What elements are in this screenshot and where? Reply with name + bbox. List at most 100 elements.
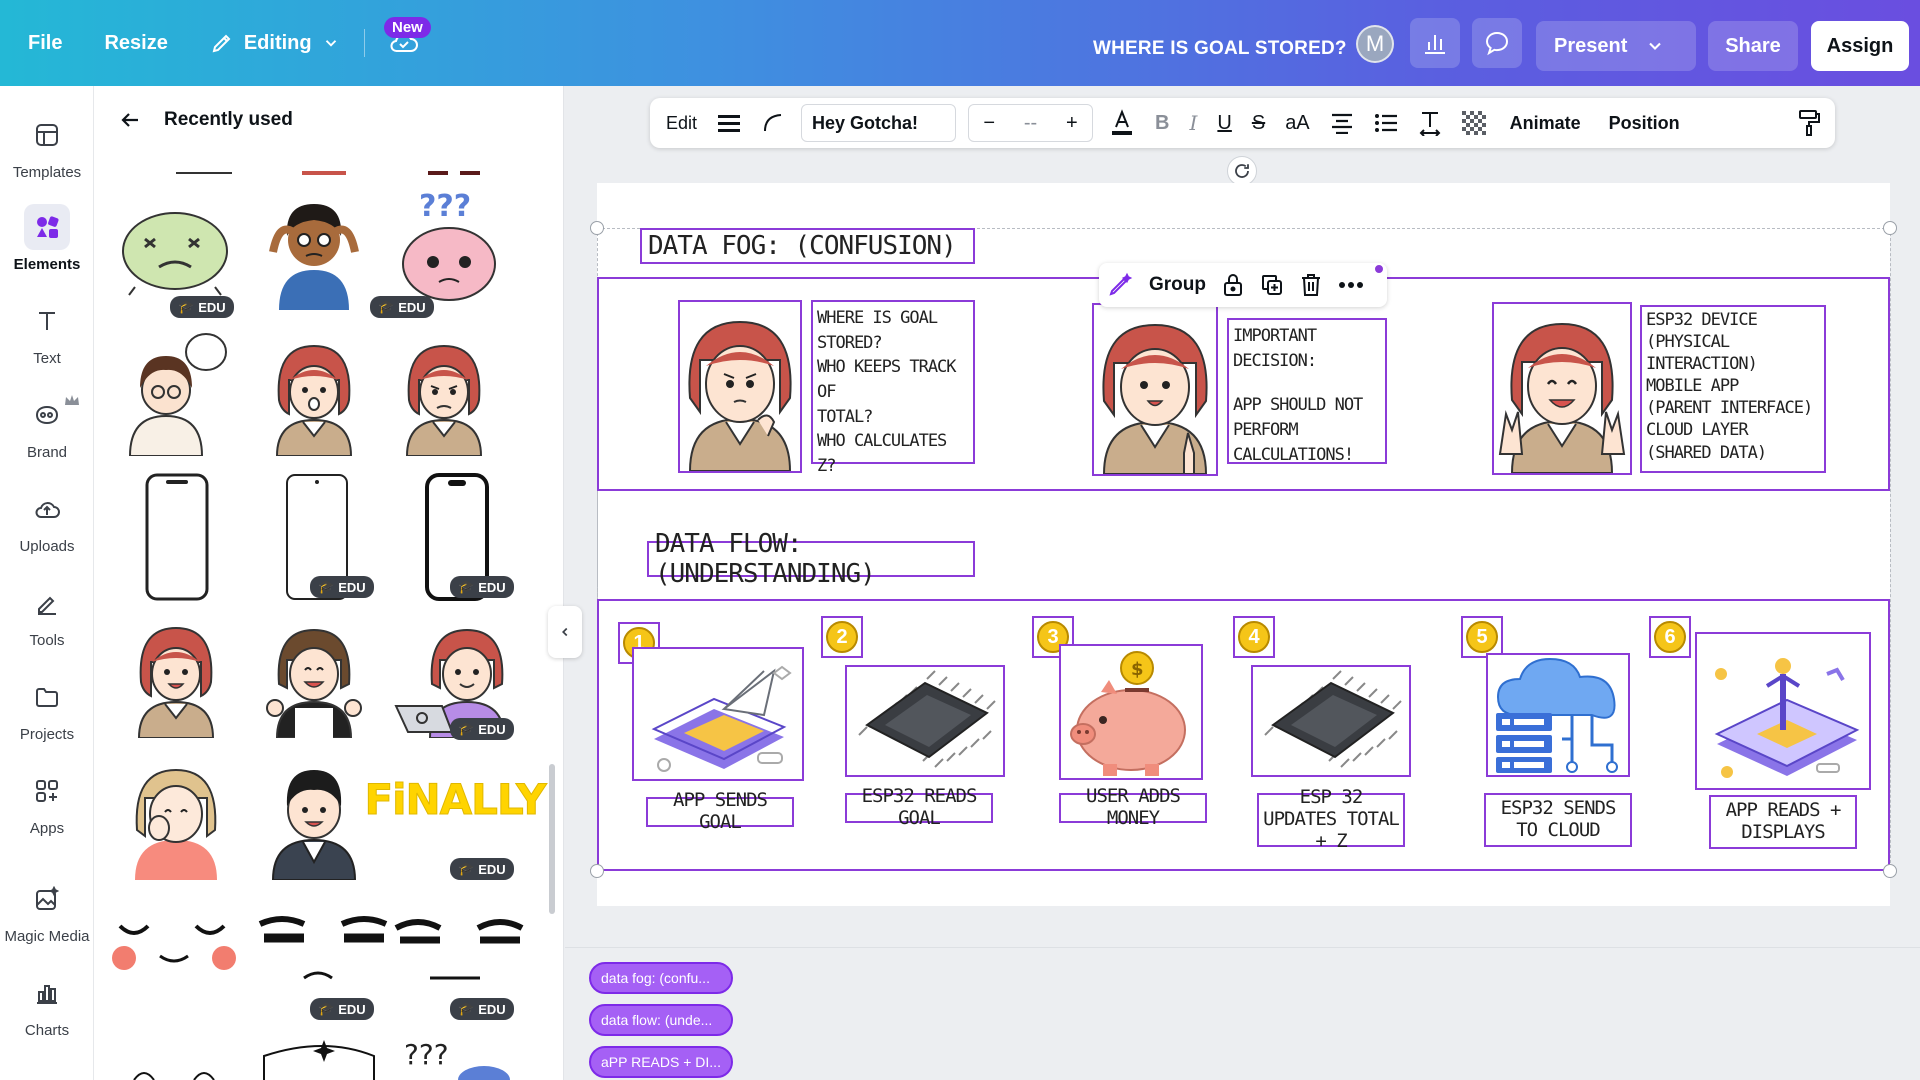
text-spacing-adjust-button[interactable] <box>1408 98 1452 148</box>
step-number-4[interactable]: 4 <box>1233 616 1275 658</box>
step-caption-2[interactable]: ESP32 READS GOAL <box>845 785 993 829</box>
resize-handle[interactable] <box>1883 864 1897 878</box>
avatar[interactable]: M <box>1356 25 1394 63</box>
step-caption-6[interactable]: APP READS + DISPLAYS <box>1709 795 1857 849</box>
duplicate-button[interactable] <box>1252 263 1292 307</box>
rail-item-apps[interactable]: Apps <box>0 768 94 837</box>
resize-handle[interactable] <box>590 221 604 235</box>
flow-section-title[interactable]: DATA FLOW: (UNDERSTANDING) <box>647 529 975 589</box>
esp32-chip-image[interactable] <box>1251 665 1411 777</box>
step-caption-4[interactable]: ESP 32 UPDATES TOTAL + Z <box>1257 786 1405 852</box>
element-blush-face[interactable] <box>108 906 248 986</box>
text-color-button[interactable] <box>1099 98 1145 148</box>
panel-scrollbar[interactable] <box>549 764 555 914</box>
step-number-5[interactable]: 5 <box>1461 616 1503 658</box>
resize-handle[interactable] <box>1883 221 1897 235</box>
font-size-value[interactable]: -- <box>1024 112 1037 135</box>
animate-button[interactable]: Animate <box>1496 98 1595 148</box>
step-number-2[interactable]: 2 <box>821 616 863 658</box>
copy-style-button[interactable] <box>1787 98 1835 148</box>
element-thinking-girl[interactable] <box>116 330 236 456</box>
element-sleepy-eyes[interactable] <box>254 904 394 984</box>
underline-button[interactable]: U <box>1207 98 1241 148</box>
rail-item-text[interactable]: Text <box>0 298 94 367</box>
magic-edit-button[interactable] <box>1099 263 1141 307</box>
element-finally-text[interactable]: FiNALLY <box>364 766 547 832</box>
esp32-chip-image[interactable] <box>845 665 1005 777</box>
assign-button[interactable]: Assign <box>1811 21 1909 71</box>
element-partial[interactable] <box>114 1046 234 1080</box>
text-spacing-button[interactable] <box>707 98 751 148</box>
rail-item-templates[interactable]: Templates <box>0 112 94 181</box>
editing-mode-button[interactable]: Editing <box>196 18 354 68</box>
fog-note-layers[interactable]: ESP32 DEVICE (PHYSICAL INTERACTION) MOBI… <box>1640 305 1826 473</box>
delete-button[interactable] <box>1292 263 1330 307</box>
resize-handle[interactable] <box>590 864 604 878</box>
collapse-panel-button[interactable] <box>548 606 582 658</box>
rail-item-brand[interactable]: Brand <box>0 392 94 461</box>
layer-chip-flow[interactable]: data flow: (unde... <box>589 1004 733 1036</box>
fog-note-questions[interactable]: WHERE IS GOAL STORED? WHO KEEPS TRACK OF… <box>811 300 975 476</box>
more-options-button[interactable] <box>1330 263 1372 307</box>
element-businessman[interactable] <box>254 750 374 880</box>
list-button[interactable] <box>1364 98 1408 148</box>
bold-button[interactable]: B <box>1145 98 1179 148</box>
element-confused-brain[interactable]: ??? <box>384 186 514 310</box>
comments-button[interactable] <box>1472 18 1522 68</box>
element-tired-eyes[interactable] <box>390 904 530 984</box>
letter-case-button[interactable]: aA <box>1275 98 1319 148</box>
element-shy-girl[interactable] <box>116 750 236 880</box>
curve-text-button[interactable] <box>751 98 795 148</box>
insights-button[interactable] <box>1410 18 1460 68</box>
rail-item-uploads[interactable]: Uploads <box>0 486 94 555</box>
increase-size-button[interactable]: + <box>1066 112 1078 135</box>
fog-note-decision[interactable]: IMPORTANT DECISION: APP SHOULD NOT PERFO… <box>1227 318 1387 465</box>
group-button[interactable]: Group <box>1141 263 1214 307</box>
strikethrough-button[interactable]: S <box>1242 98 1275 148</box>
present-button[interactable]: Present <box>1536 21 1696 71</box>
step-caption-1[interactable]: APP SENDS GOAL <box>646 789 794 833</box>
element-sick-brain[interactable] <box>110 194 240 304</box>
element-stressed-woman[interactable] <box>254 192 374 310</box>
element-partial[interactable] <box>174 168 234 178</box>
rail-item-projects[interactable]: Projects <box>0 674 94 743</box>
element-partial[interactable] <box>424 168 484 178</box>
step-caption-5[interactable]: ESP32 SENDS TO CLOUD <box>1484 793 1632 847</box>
girl-cheering-image[interactable] <box>1492 302 1632 475</box>
file-menu[interactable]: File <box>14 18 76 68</box>
element-phone-frame[interactable] <box>144 472 210 602</box>
rotate-handle[interactable] <box>1227 156 1257 186</box>
transparency-button[interactable] <box>1452 98 1496 148</box>
element-partial[interactable]: ??? <box>394 1032 524 1080</box>
element-partial[interactable] <box>294 168 354 178</box>
back-arrow-icon[interactable] <box>118 108 142 132</box>
italic-button[interactable]: I <box>1179 98 1207 148</box>
layer-chip-app-reads[interactable]: aPP READS + DI... <box>589 1046 733 1078</box>
fog-section-title[interactable]: DATA FOG: (CONFUSION) <box>640 228 975 264</box>
girl-thinking-image[interactable] <box>678 300 802 473</box>
step-caption-3[interactable]: USER ADDS MONEY <box>1059 785 1207 829</box>
element-surprised-girl[interactable] <box>254 330 374 456</box>
element-worried-girl[interactable] <box>384 330 504 456</box>
piggy-bank-image[interactable]: $ <box>1059 644 1203 780</box>
position-button[interactable]: Position <box>1595 98 1694 148</box>
element-happy-girl[interactable] <box>116 612 236 738</box>
element-partial[interactable] <box>254 1036 384 1080</box>
step-number-6[interactable]: 6 <box>1649 616 1691 658</box>
lock-button[interactable] <box>1214 263 1252 307</box>
font-family-select[interactable]: Hey Gotcha! <box>801 104 957 142</box>
document-title[interactable]: WHERE IS GOAL STORED? <box>1093 38 1347 60</box>
layer-chip-fog[interactable]: data fog: (confu... <box>589 962 733 994</box>
rail-item-tools[interactable]: Tools <box>0 580 94 649</box>
app-sends-goal-image[interactable] <box>632 647 804 781</box>
edit-button[interactable]: Edit <box>650 98 707 148</box>
girl-pointing-image[interactable] <box>1092 303 1218 476</box>
align-button[interactable] <box>1320 98 1364 148</box>
cloud-server-image[interactable] <box>1486 653 1630 777</box>
rail-item-elements[interactable]: Elements <box>0 204 94 273</box>
resize-button[interactable]: Resize <box>90 18 181 68</box>
element-cheering-girl[interactable] <box>254 612 374 738</box>
decrease-size-button[interactable]: − <box>983 112 995 135</box>
rail-item-charts[interactable]: Charts <box>0 970 94 1039</box>
share-button[interactable]: Share <box>1708 21 1798 71</box>
